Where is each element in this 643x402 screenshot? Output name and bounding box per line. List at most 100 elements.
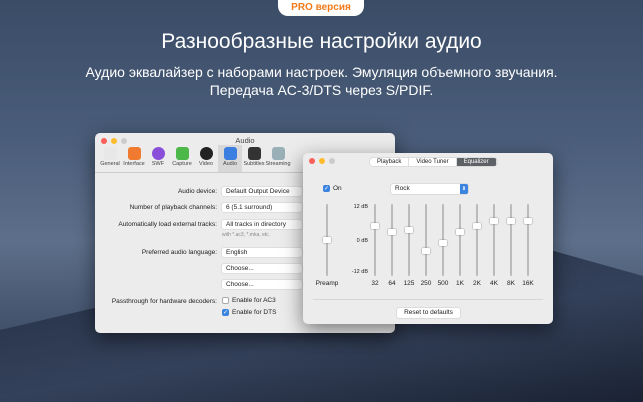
equalizer-window: Playback Video Tuner Equalizer ✓ On Rock ⇕… (303, 153, 553, 324)
checkmark-icon: ✓ (222, 309, 229, 316)
slider-knob[interactable] (405, 227, 413, 234)
video-icon (199, 147, 213, 160)
slider-knob[interactable] (490, 217, 498, 224)
channels-label: Number of playback channels: (129, 204, 217, 211)
zoom-button[interactable] (329, 158, 335, 164)
capture-icon (175, 147, 189, 160)
eq-on-checkbox[interactable]: ✓ On (323, 185, 342, 192)
slider-knob[interactable] (473, 223, 481, 230)
tab-equalizer[interactable]: Equalizer (456, 158, 497, 166)
slider-track (459, 204, 461, 276)
preset-value: Rock (395, 185, 410, 192)
band-16K-slider[interactable] (522, 204, 534, 276)
external-tracks-label: Automatically load external tracks: (118, 221, 217, 228)
subtitle-line-2: Передача AC-3/DTS через S/PDIF. (209, 82, 434, 98)
toolbar-swf[interactable]: SWF (146, 145, 170, 172)
band-1K-slider[interactable] (454, 204, 466, 276)
toolbar-label: Video (199, 161, 213, 167)
reset-defaults-button[interactable]: Reset to defaults (397, 308, 460, 318)
audio-icon (223, 147, 237, 160)
db-label-min: -12 dB (351, 269, 368, 275)
dts-checkbox[interactable]: ✓ Enable for DTS (222, 309, 276, 316)
ac3-checkbox[interactable]: Enable for AC3 (222, 297, 276, 304)
band-250-slider[interactable] (420, 204, 432, 276)
headline: Разнообразные настройки аудио (161, 30, 482, 53)
toolbar-label: Interface (123, 161, 145, 167)
audio-device-label: Audio device: (177, 188, 217, 195)
slider-track (425, 204, 427, 276)
db-label-max: 12 dB (353, 204, 368, 210)
toolbar-audio[interactable]: Audio (218, 145, 242, 172)
tab-playback[interactable]: Playback (370, 158, 410, 166)
slider-knob[interactable] (371, 223, 379, 230)
audio-device-select[interactable]: Default Output Device (222, 187, 302, 196)
chevron-updown-icon: ⇕ (460, 184, 468, 194)
divider (313, 299, 543, 300)
band-32-slider[interactable] (369, 204, 381, 276)
tab-video-tuner[interactable]: Video Tuner (409, 158, 457, 166)
window-title: Audio (235, 136, 255, 145)
ac3-label: Enable for AC3 (232, 297, 276, 305)
slider-track (391, 204, 393, 276)
band-125-slider[interactable] (403, 204, 415, 276)
slider-track (493, 204, 495, 276)
slider-track (476, 204, 478, 276)
toolbar-general[interactable]: General (98, 145, 122, 172)
band-2K-slider[interactable] (471, 204, 483, 276)
language-choose-2[interactable]: Choose... (222, 280, 302, 289)
toolbar-capture[interactable]: Capture (170, 145, 194, 172)
slider-knob[interactable] (524, 217, 532, 224)
slider-knob[interactable] (507, 217, 515, 224)
interface-icon (127, 147, 141, 160)
close-button[interactable] (309, 158, 315, 164)
toolbar-subtitles[interactable]: Subtitles (242, 145, 266, 172)
toolbar-label: Capture (172, 161, 192, 167)
general-icon (103, 147, 117, 160)
slider-knob[interactable] (388, 228, 396, 235)
slider-track (408, 204, 410, 276)
band-4K-slider[interactable] (488, 204, 500, 276)
language-label: Preferred audio language: (141, 249, 217, 256)
preamp-label: Preamp (315, 280, 339, 287)
tab-bar: Playback Video Tuner Equalizer (370, 158, 497, 166)
slider-track (374, 204, 376, 276)
language-select[interactable]: English (222, 248, 302, 257)
channels-select[interactable]: 6 (5.1 surround) (222, 203, 302, 212)
toolbar-video[interactable]: Video (194, 145, 218, 172)
language-choose-1[interactable]: Choose... (222, 264, 302, 273)
streaming-icon (271, 147, 285, 160)
band-8K-slider[interactable] (505, 204, 517, 276)
swf-icon (151, 147, 165, 160)
toolbar-label: Subtitles (243, 161, 265, 167)
slider-knob[interactable] (422, 248, 430, 254)
external-tracks-select[interactable]: All tracks in directory (222, 220, 302, 229)
band-16K-label: 16K (522, 280, 534, 287)
passthrough-label: Passthrough for hardware decoders: (111, 298, 217, 305)
toolbar-label: General (100, 161, 120, 167)
slider-knob[interactable] (323, 237, 331, 243)
band-500-slider[interactable] (437, 204, 449, 276)
subtitle: Аудио эквалайзер с наборами настроек. Эм… (0, 63, 643, 99)
slider-track (527, 204, 529, 276)
preset-select[interactable]: Rock ⇕ (391, 184, 468, 194)
eq-on-label: On (333, 185, 342, 193)
toolbar-streaming[interactable]: Streaming (265, 145, 291, 172)
toolbar-label: Streaming (265, 161, 291, 167)
toolbar-label: Audio (222, 161, 238, 167)
checkbox-icon (222, 297, 229, 304)
pro-badge: PRO версия (278, 0, 364, 16)
db-label-zero: 0 dB (356, 238, 368, 244)
slider-knob[interactable] (456, 228, 464, 235)
checkmark-icon: ✓ (323, 185, 330, 192)
dts-label: Enable for DTS (232, 309, 277, 317)
external-tracks-hint: with *.ac3, *.mka, etc. (222, 232, 271, 238)
subtitles-icon (247, 147, 261, 160)
minimize-button[interactable] (319, 158, 325, 164)
slider-knob[interactable] (439, 239, 447, 246)
subtitle-line-1: Аудио эквалайзер с наборами настроек. Эм… (85, 64, 558, 80)
toolbar-interface[interactable]: Interface (122, 145, 146, 172)
slider-track (510, 204, 512, 276)
toolbar-label: SWF (151, 161, 165, 167)
band-64-slider[interactable] (386, 204, 398, 276)
preamp-slider[interactable] (321, 204, 333, 276)
